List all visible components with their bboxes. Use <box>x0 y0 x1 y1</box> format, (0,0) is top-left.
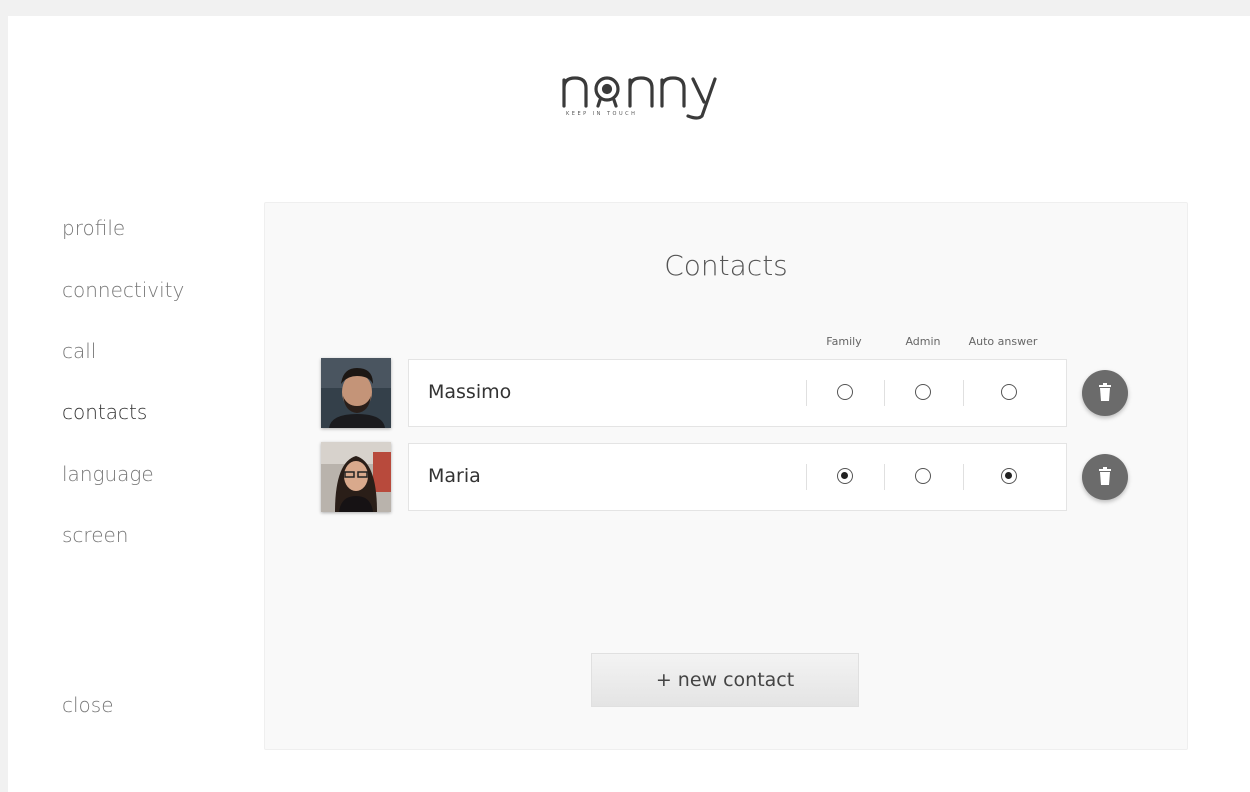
contact-row: Maria <box>408 443 1067 511</box>
nav-item-language[interactable]: language <box>62 462 154 486</box>
nonny-logo: KEEP IN TOUCH <box>556 56 726 124</box>
divider <box>884 380 885 406</box>
column-header-family: Family <box>826 335 862 348</box>
trash-icon <box>1099 467 1111 485</box>
divider <box>884 464 885 490</box>
logo-tagline: KEEP IN TOUCH <box>566 111 638 117</box>
divider <box>806 380 807 406</box>
woman-portrait-image <box>321 442 391 512</box>
new-contact-button[interactable]: + new contact <box>591 653 859 707</box>
divider <box>963 380 964 406</box>
admin-radio[interactable] <box>915 468 931 484</box>
trash-icon <box>1099 383 1111 401</box>
family-radio[interactable] <box>837 384 853 400</box>
nav-item-close[interactable]: close <box>62 693 114 717</box>
delete-contact-button[interactable] <box>1082 370 1128 416</box>
family-radio[interactable] <box>837 468 853 484</box>
column-header-auto-answer: Auto answer <box>968 335 1038 348</box>
admin-radio[interactable] <box>915 384 931 400</box>
man-portrait-image <box>321 358 391 428</box>
settings-window: KEEP IN TOUCH profile connectivity call … <box>8 16 1250 792</box>
avatar <box>321 442 391 512</box>
nav-item-profile[interactable]: profile <box>62 216 125 240</box>
nav-item-screen[interactable]: screen <box>62 523 128 547</box>
contact-name: Massimo <box>428 381 512 403</box>
nav-item-contacts[interactable]: contacts <box>62 400 147 424</box>
divider <box>806 464 807 490</box>
contact-row: Massimo <box>408 359 1067 427</box>
nav-item-call[interactable]: call <box>62 339 96 363</box>
auto-answer-radio[interactable] <box>1001 384 1017 400</box>
divider <box>963 464 964 490</box>
panel-title: Contacts <box>664 249 788 282</box>
contacts-panel: Contacts Family Admin Auto answer Massim… <box>264 202 1188 750</box>
avatar <box>321 358 391 428</box>
nav-item-connectivity[interactable]: connectivity <box>62 278 184 302</box>
delete-contact-button[interactable] <box>1082 454 1128 500</box>
contact-name: Maria <box>428 465 481 487</box>
column-header-admin: Admin <box>905 335 941 348</box>
auto-answer-radio[interactable] <box>1001 468 1017 484</box>
